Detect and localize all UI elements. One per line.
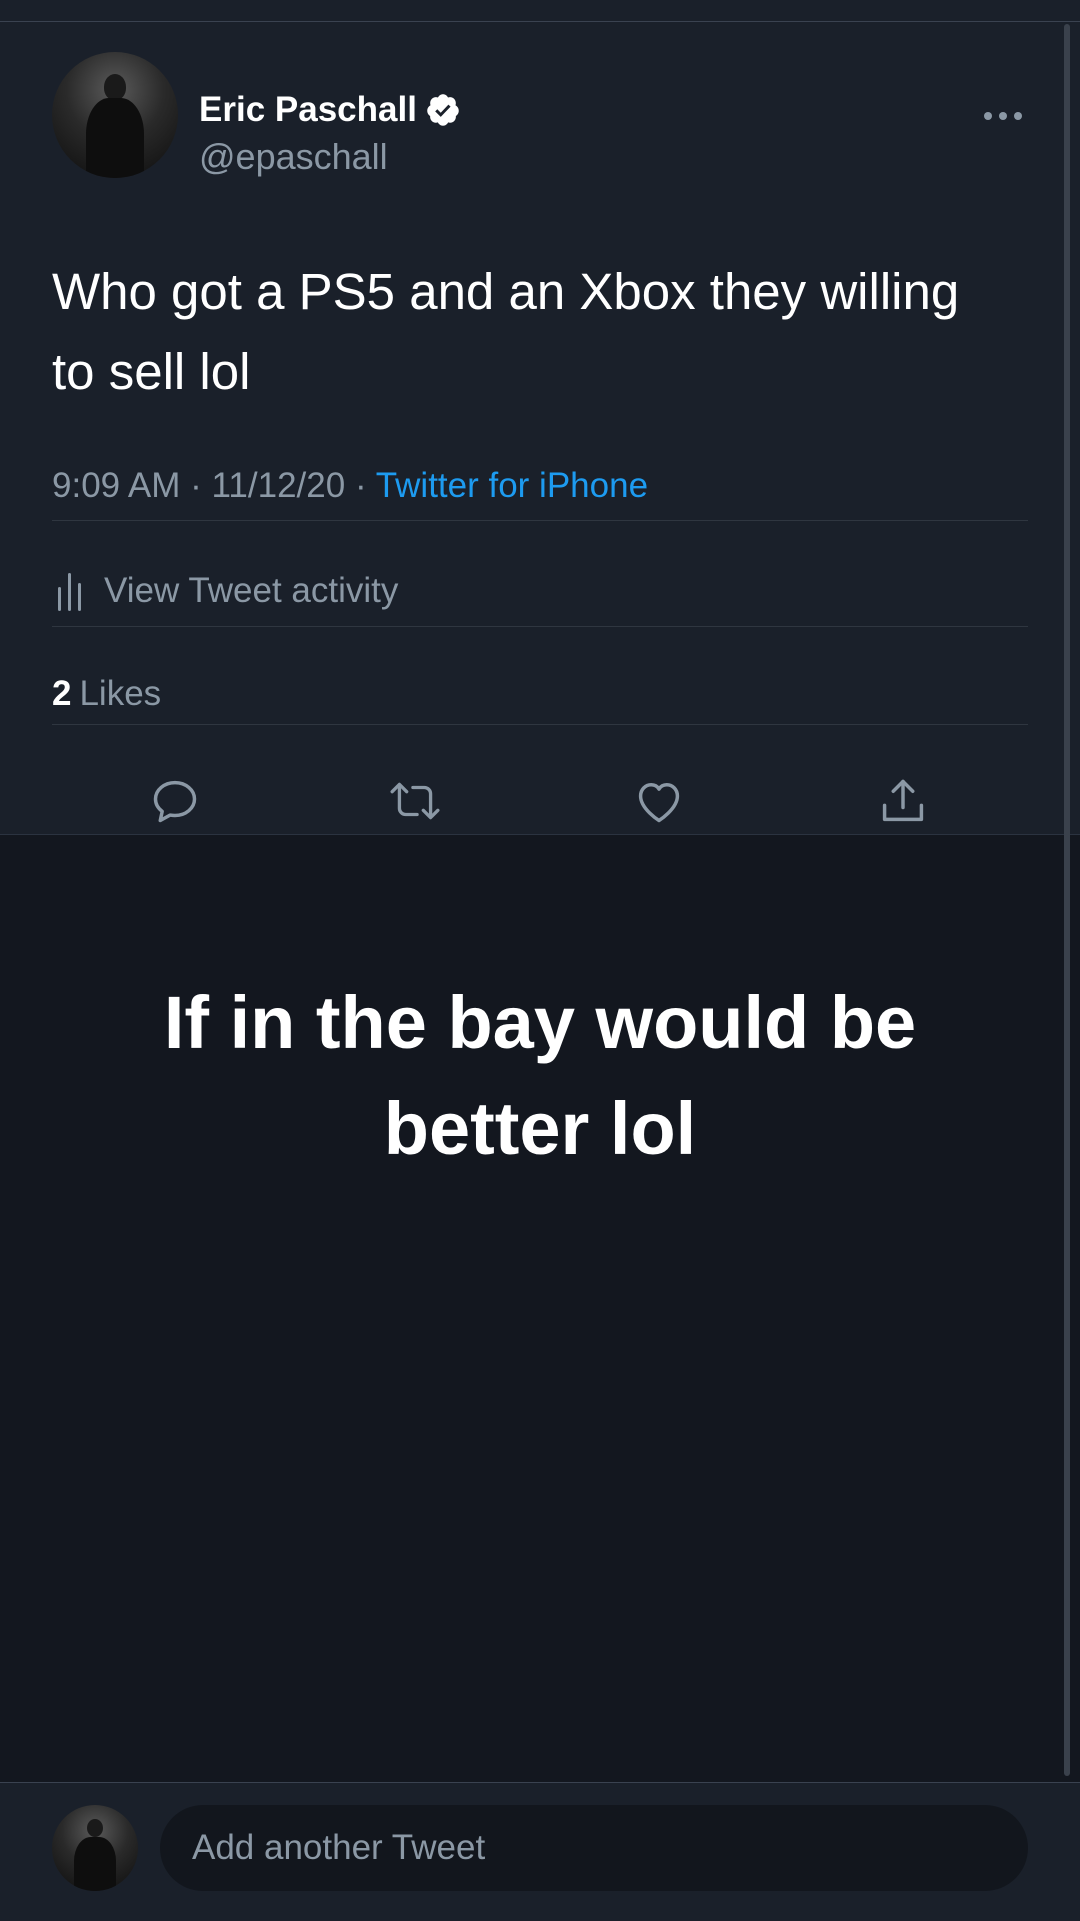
bar-chart-icon <box>58 573 81 611</box>
author-avatar[interactable] <box>52 52 178 178</box>
divider <box>52 520 1028 521</box>
author-name-text: Eric Paschall <box>199 90 417 129</box>
divider <box>52 626 1028 627</box>
likes-count: 2 <box>52 674 72 713</box>
avatar-figure-body <box>86 98 144 178</box>
likes-label: Likes <box>79 674 162 713</box>
avatar-figure-head <box>87 1819 103 1837</box>
view-tweet-activity[interactable]: View Tweet activity <box>52 566 398 616</box>
tweet-date: 11/12/20 <box>211 466 346 505</box>
verified-badge-icon <box>427 94 459 126</box>
avatar-figure-head <box>104 74 126 100</box>
retweet-icon <box>390 782 440 820</box>
likes-summary[interactable]: 2 Likes <box>52 674 161 714</box>
divider <box>52 724 1028 725</box>
reply-overlay-text: If in the bay would be better lol <box>163 981 917 1170</box>
compose-avatar[interactable] <box>52 1805 138 1891</box>
scrollbar[interactable] <box>1064 24 1070 1776</box>
share-icon <box>882 779 924 822</box>
tweet-metadata: 9:09 AM · 11/12/20 · Twitter for iPhone <box>52 466 648 506</box>
tweet-time: 9:09 AM <box>52 466 181 505</box>
compose-bar: Add another Tweet <box>0 1782 1080 1921</box>
heart-icon <box>638 783 680 823</box>
activity-label: View Tweet activity <box>104 571 399 610</box>
avatar-figure-body <box>74 1837 116 1891</box>
reply-icon <box>153 780 197 823</box>
meta-separator: · <box>354 466 367 505</box>
tweet-source-link[interactable]: Twitter for iPhone <box>376 466 648 505</box>
top-strip <box>0 0 1080 22</box>
meta-separator: · <box>190 466 202 505</box>
tweet-card: Eric Paschall @epaschall Who got a PS5 a… <box>0 22 1080 835</box>
reply-button[interactable] <box>148 774 202 828</box>
share-button[interactable] <box>876 774 930 828</box>
more-options-icon[interactable] <box>984 106 1024 126</box>
author-handle[interactable]: @epaschall <box>199 136 388 178</box>
add-tweet-placeholder: Add another Tweet <box>192 1828 486 1867</box>
tweet-text: Who got a PS5 and an Xbox they willing t… <box>52 263 960 400</box>
add-tweet-input[interactable]: Add another Tweet <box>160 1805 1028 1891</box>
retweet-button[interactable] <box>388 774 442 828</box>
like-button[interactable] <box>632 774 686 828</box>
author-display-name[interactable]: Eric Paschall <box>199 90 461 130</box>
